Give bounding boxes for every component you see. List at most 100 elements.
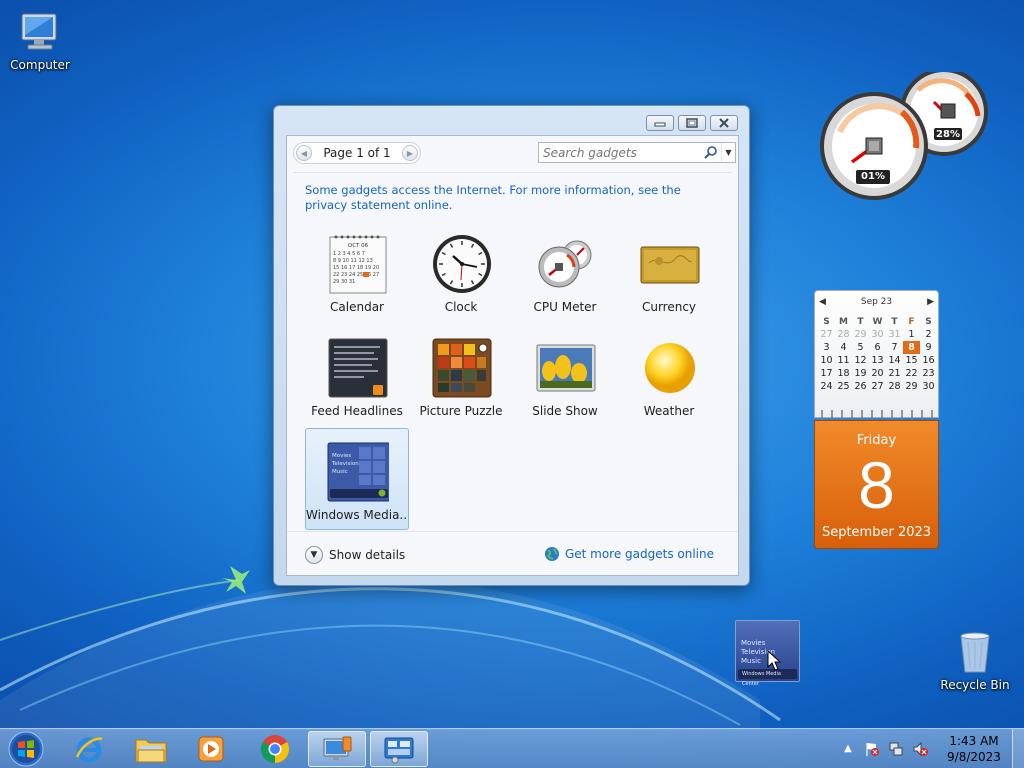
volume-muted-icon[interactable]	[912, 741, 928, 757]
page-label: Page 1 of 1	[323, 146, 391, 160]
svg-text:Movies: Movies	[332, 453, 351, 459]
privacy-info-link[interactable]: Some gadgets access the Internet. For mo…	[305, 183, 715, 213]
calendar-month-label: Sep 23	[860, 297, 893, 307]
cpu-usage-value: 01%	[861, 171, 885, 182]
computer-desktop-icon[interactable]: Computer	[0, 8, 80, 72]
svg-text:29 30 31: 29 30 31	[333, 279, 355, 285]
search-gadgets-input[interactable]	[539, 143, 703, 162]
picture-puzzle-icon	[431, 337, 493, 399]
globe-icon	[544, 546, 560, 562]
chrome-icon	[261, 735, 289, 763]
calendar-icon: OCT 06 1 2 3 4 5 6 78 9 10 11 12 13 15 16…	[327, 233, 389, 295]
windows-media-center-icon: Movies Television Music	[327, 441, 391, 503]
cpu-meter-gadget[interactable]: 28% 01%	[818, 68, 990, 202]
start-button[interactable]	[6, 731, 46, 767]
gadget-label: Windows Media...	[306, 508, 408, 522]
day-number: 8	[858, 448, 895, 522]
gadget-tile-windows-media-center[interactable]: Movies Television Music Windows Media...	[305, 428, 409, 530]
gadget-gallery-window: ◀ Page 1 of 1 ▶ ▼ Some gadgets access th…	[273, 105, 750, 586]
action-center-flag-icon[interactable]	[864, 741, 880, 757]
calendar-month-view: ◀ Sep 23 ▶ SMTWTFS 27 28 29 30 31 1 2 3456789 …	[814, 290, 939, 418]
search-box: ▼	[538, 142, 736, 163]
media-player-taskbar-button[interactable]	[182, 731, 240, 767]
recycle-bin-icon	[951, 628, 999, 676]
svg-text:22 23 24 25 26 27: 22 23 24 25 26 27	[333, 272, 379, 278]
get-more-label: Get more gadgets online	[564, 547, 714, 561]
svg-text:8 9 10 11 12 13: 8 9 10 11 12 13	[333, 258, 373, 264]
calendar-gadget[interactable]: ◀ Sep 23 ▶ SMTWTFS 27 28 29 30 31 1 2 3456789 …	[814, 290, 939, 549]
internet-explorer-taskbar-button[interactable]	[60, 731, 118, 767]
previous-page-button[interactable]: ◀	[296, 145, 312, 161]
cpu-meter-icon	[535, 233, 597, 295]
search-icon[interactable]	[703, 145, 719, 161]
clock-date: 9/8/2023	[947, 750, 1001, 764]
clock-time: 1:43 AM	[949, 734, 999, 748]
currency-icon	[639, 233, 701, 295]
gadget-tile-feed-headlines[interactable]: Feed Headlines	[305, 324, 409, 426]
svg-text:1 2 3 4 5 6 7: 1 2 3 4 5 6 7	[333, 251, 365, 257]
computer-label: Computer	[10, 58, 70, 72]
show-details-label: Show details	[329, 548, 406, 562]
svg-text:15 16 17 18 19 20: 15 16 17 18 19 20	[333, 265, 379, 271]
gadget-tile-picture-puzzle[interactable]: Picture Puzzle	[409, 324, 513, 426]
notification-area: ▲ 1:43 AM 9/8/2023	[840, 729, 1024, 768]
media-player-icon	[198, 736, 224, 762]
calendar-grid: SMTWTFS 27 28 29 30 31 1 2 3456789 10 11 12 13 14 1…	[820, 316, 935, 393]
gadget-tile-currency[interactable]: Currency	[617, 220, 721, 322]
slide-show-icon	[535, 337, 597, 399]
close-button[interactable]	[710, 115, 738, 131]
system-clock[interactable]: 1:43 AM 9/8/2023	[936, 733, 1012, 765]
recycle-bin-desktop-icon[interactable]: Recycle Bin	[935, 628, 1015, 692]
show-details-button[interactable]: ▼ Show details	[305, 546, 405, 564]
minimize-button[interactable]	[646, 115, 674, 131]
get-more-gadgets-link[interactable]: Get more gadgets online	[544, 546, 714, 562]
memory-usage-value: 28%	[936, 129, 960, 140]
weather-icon	[639, 337, 701, 399]
gadget-label: Currency	[641, 300, 697, 314]
gadget-tile-calendar[interactable]: OCT 06 1 2 3 4 5 6 78 9 10 11 12 13 15 16…	[305, 220, 409, 322]
calendar-day-view: Friday 8 September 2023	[814, 420, 939, 549]
today-cell: 8	[903, 341, 920, 354]
gadgets-control-panel-taskbar-button[interactable]	[308, 731, 366, 767]
windows-explorer-taskbar-button[interactable]	[122, 731, 180, 767]
gallery-footer: ▼ Show details Get more gadgets online	[287, 531, 738, 575]
next-month-button[interactable]: ▶	[927, 297, 934, 307]
folder-icon	[135, 739, 167, 763]
calendar-thumb-month: OCT 06	[348, 243, 369, 249]
clock-icon	[431, 233, 493, 295]
gadget-tile-cpu-meter[interactable]: CPU Meter	[513, 220, 617, 322]
chevron-down-icon: ▼	[305, 546, 323, 564]
gadget-label: Feed Headlines	[311, 404, 403, 418]
internet-explorer-icon	[75, 737, 103, 763]
month-year: September 2023	[821, 525, 932, 540]
gadget-gallery-icon	[384, 737, 414, 764]
taskbar: ▲ 1:43 AM 9/8/2023	[0, 728, 1024, 768]
svg-text:Music: Music	[332, 469, 348, 475]
gadget-gallery-taskbar-button[interactable]	[370, 731, 428, 767]
display-settings-icon	[323, 736, 352, 760]
recycle-bin-label: Recycle Bin	[940, 678, 1010, 692]
show-hidden-icons-button[interactable]: ▲	[840, 741, 856, 757]
show-desktop-button[interactable]	[1012, 729, 1024, 768]
gadget-label: Slide Show	[532, 404, 598, 418]
next-page-button[interactable]: ▶	[402, 145, 418, 161]
maximize-button[interactable]	[678, 115, 706, 131]
computer-icon	[16, 8, 64, 56]
gadget-tile-weather[interactable]: Weather	[617, 324, 721, 426]
gadget-label: Calendar	[330, 300, 384, 314]
wmc-line: Movies	[741, 639, 766, 647]
gadget-tile-slide-show[interactable]: Slide Show	[513, 324, 617, 426]
gadget-label: Weather	[643, 404, 695, 418]
gadget-label: Picture Puzzle	[419, 404, 503, 418]
previous-month-button[interactable]: ◀	[819, 297, 826, 307]
network-icon[interactable]	[888, 741, 904, 757]
divider	[293, 172, 732, 173]
gadget-label: CPU Meter	[533, 300, 597, 314]
gadget-gallery-content: ◀ Page 1 of 1 ▶ ▼ Some gadgets access th…	[286, 135, 739, 576]
gadget-label: Clock	[444, 300, 478, 314]
mouse-cursor-icon	[767, 650, 782, 671]
chrome-taskbar-button[interactable]	[246, 731, 304, 767]
search-dropdown-button[interactable]: ▼	[721, 143, 735, 162]
gadget-tile-clock[interactable]: Clock	[409, 220, 513, 322]
day-name: Friday	[856, 433, 897, 448]
